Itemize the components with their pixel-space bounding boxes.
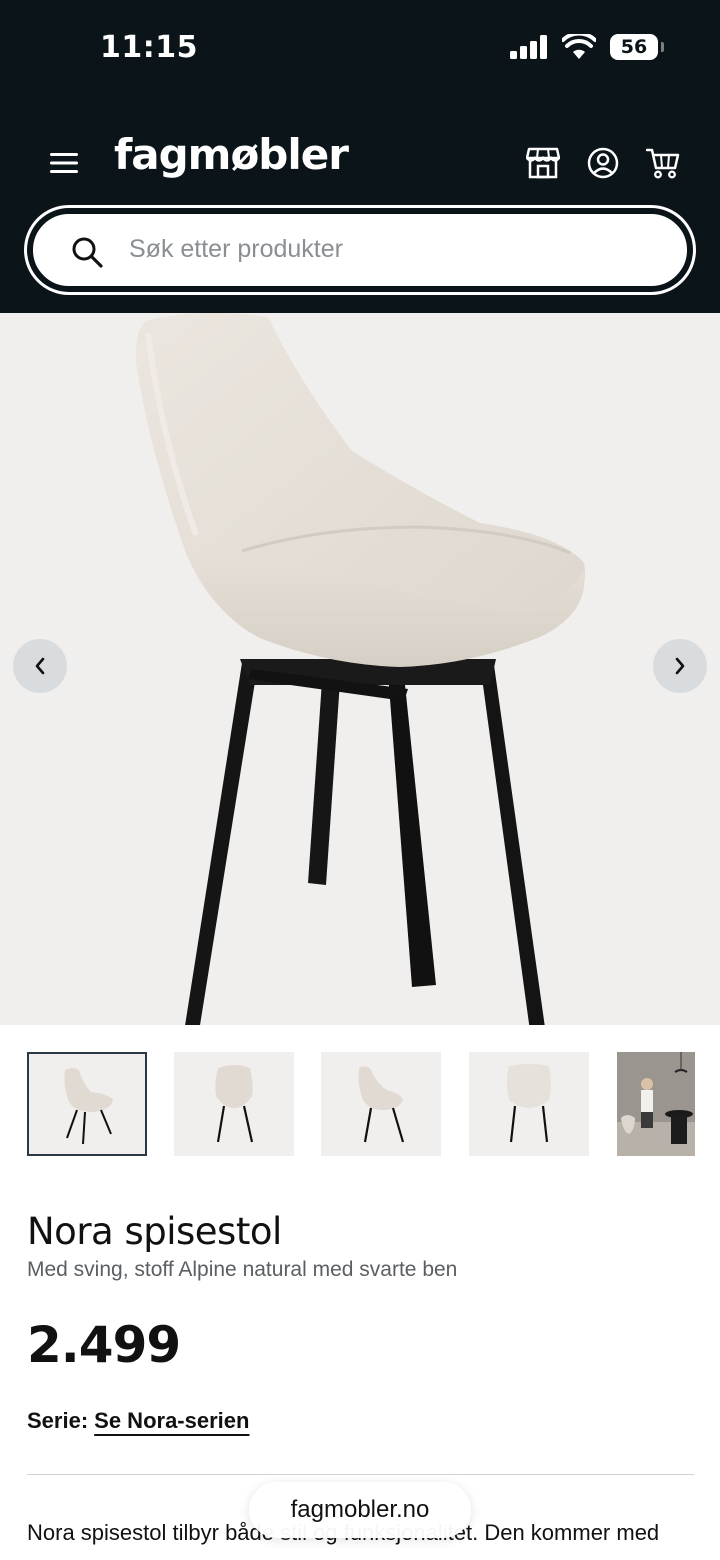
store-icon	[526, 147, 560, 179]
search-bar	[24, 205, 696, 295]
series-label: Serie:	[27, 1408, 89, 1433]
product-title: Nora spisestol	[27, 1210, 282, 1253]
wifi-icon	[562, 34, 596, 59]
chevron-right-icon	[675, 657, 685, 675]
thumbnail-image	[507, 1064, 551, 1143]
product-image-carousel[interactable]	[0, 313, 720, 1025]
series-row: Serie: Se Nora-serien	[27, 1408, 249, 1434]
account-icon	[587, 147, 619, 179]
status-time: 11:15	[100, 30, 198, 65]
thumbnail-image	[215, 1065, 254, 1143]
signal-icon	[510, 35, 547, 59]
site-logo[interactable]: fagmøbler	[114, 130, 349, 179]
thumbnail-image	[617, 1052, 695, 1156]
status-icons: 56	[510, 34, 664, 60]
search-icon	[72, 237, 103, 268]
thumbnail-4[interactable]	[469, 1052, 589, 1156]
thumbnail-image	[358, 1066, 405, 1143]
cart-icon	[646, 148, 680, 179]
chevron-left-icon	[35, 657, 45, 675]
divider	[27, 1474, 694, 1475]
status-bar: 11:15 56	[0, 0, 720, 100]
search-box[interactable]	[31, 212, 689, 288]
browser-url-bar[interactable]: fagmobler.no	[249, 1482, 471, 1538]
cart-button[interactable]	[644, 144, 682, 182]
thumbnail-5[interactable]	[617, 1052, 695, 1156]
store-button[interactable]	[524, 144, 562, 182]
menu-button[interactable]	[46, 146, 82, 180]
account-button[interactable]	[584, 144, 622, 182]
carousel-next-button[interactable]	[653, 639, 707, 693]
thumbnail-1[interactable]	[27, 1052, 147, 1156]
series-link[interactable]: Se Nora-serien	[94, 1408, 249, 1433]
thumbnail-3[interactable]	[321, 1052, 441, 1156]
product-image	[135, 313, 585, 1025]
search-input[interactable]	[129, 226, 649, 272]
product-subtitle: Med sving, stoff Alpine natural med svar…	[27, 1258, 458, 1281]
product-price: 2.499	[27, 1316, 181, 1374]
thumbnail-image	[64, 1068, 113, 1145]
menu-icon	[50, 153, 78, 173]
product-page: 11:15 56 fagmøbler Søk etter produkter N…	[0, 0, 720, 1560]
site-header: fagmøbler	[0, 100, 720, 313]
battery-indicator: 56	[610, 34, 664, 60]
thumbnail-2[interactable]	[174, 1052, 294, 1156]
thumbnail-strip	[27, 1052, 720, 1158]
carousel-prev-button[interactable]	[13, 639, 67, 693]
